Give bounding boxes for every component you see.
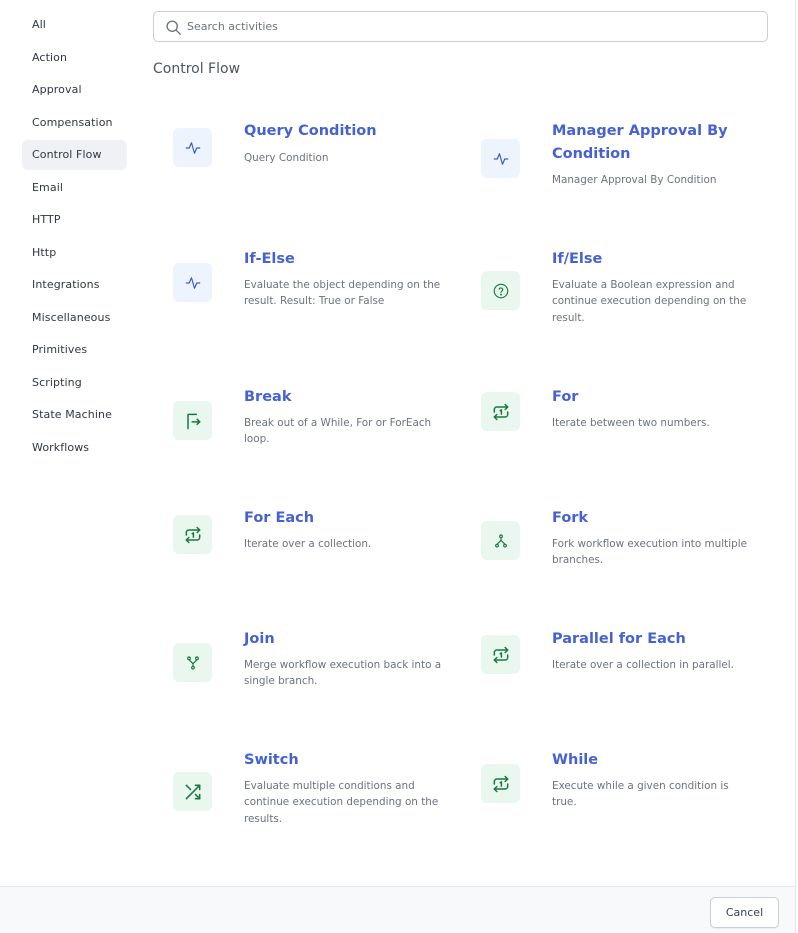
activity-title: Join	[244, 631, 275, 647]
cancel-button[interactable]: Cancel	[710, 897, 779, 928]
sidebar-item-primitives[interactable]: Primitives	[22, 335, 127, 365]
merge-icon	[186, 655, 199, 670]
fork-icon	[494, 533, 507, 548]
activity-icon-box	[481, 521, 520, 560]
activity-description: Merge workflow execution back into a sin…	[244, 659, 442, 688]
activity-description: Break out of a While, For or ForEach loo…	[244, 417, 432, 446]
activity-icon-box	[173, 515, 212, 554]
activity-icon-box	[481, 764, 520, 803]
activity-description: Evaluate a Boolean expression and contin…	[552, 279, 747, 324]
break-out-icon	[186, 413, 200, 429]
activity-icon-box	[173, 401, 212, 440]
activity-title: If/Else	[552, 251, 603, 267]
panel-divider	[795, 0, 796, 933]
sidebar-item-approval[interactable]: Approval	[22, 75, 127, 105]
activity-icon-box	[481, 392, 520, 431]
activity-icon-box	[173, 643, 212, 682]
search-box	[153, 11, 768, 42]
activity-description: Iterate over a collection in parallel.	[552, 659, 734, 671]
activity-title: Fork	[552, 510, 589, 526]
activity-title: For	[552, 389, 579, 405]
sidebar-item-state-machine[interactable]: State Machine	[22, 400, 127, 430]
sidebar-item-scripting[interactable]: Scripting	[22, 368, 127, 398]
activity-title: Parallel for Each	[552, 631, 686, 647]
activity-description: Query Condition	[244, 152, 329, 164]
sidebar-item-all[interactable]: All	[22, 10, 127, 40]
activity-description: Iterate between two numbers.	[552, 417, 710, 429]
sidebar-item-action[interactable]: Action	[22, 43, 127, 73]
category-sidebar: All Action Approval Compensation Control…	[22, 10, 127, 465]
activity-title: Switch	[244, 752, 299, 768]
repeat-one-icon	[493, 646, 508, 663]
search-icon	[166, 20, 181, 35]
activity-description: Evaluate the object depending on the res…	[244, 279, 441, 308]
repeat-one-icon	[493, 403, 508, 420]
sidebar-item-control-flow[interactable]: Control Flow	[22, 140, 127, 170]
repeat-one-icon	[493, 775, 508, 792]
activity-pulse-icon	[185, 276, 200, 289]
sidebar-item-miscellaneous[interactable]: Miscellaneous	[22, 303, 127, 333]
sidebar-item-email[interactable]: Email	[22, 173, 127, 203]
activity-description: Iterate over a collection.	[244, 538, 372, 550]
activity-title: If-Else	[244, 251, 295, 267]
repeat-one-icon	[185, 526, 200, 543]
activity-title: Manager Approval By Condition	[552, 123, 728, 162]
activity-icon-box	[481, 271, 520, 310]
activity-pulse-icon	[185, 141, 200, 154]
activity-icon-box	[173, 128, 212, 167]
activity-description: Evaluate multiple conditions and continu…	[244, 780, 439, 825]
activity-title: For Each	[244, 510, 315, 526]
activity-description: Manager Approval By Condition	[552, 174, 717, 186]
search-input[interactable]	[187, 12, 757, 41]
question-circle-icon	[493, 283, 508, 298]
dialog-footer: Cancel	[0, 886, 795, 933]
activity-title: Query Condition	[244, 123, 377, 139]
sidebar-item-workflows[interactable]: Workflows	[22, 433, 127, 463]
sidebar-item-http-upper[interactable]: HTTP	[22, 205, 127, 235]
activity-description: Fork workflow execution into multiple br…	[552, 538, 747, 567]
sidebar-item-integrations[interactable]: Integrations	[22, 270, 127, 300]
activity-title: Break	[244, 389, 292, 405]
activity-pulse-icon	[493, 152, 508, 165]
shuffle-icon	[185, 784, 200, 799]
activity-icon-box	[481, 635, 520, 674]
sidebar-item-http[interactable]: Http	[22, 238, 127, 268]
section-title: Control Flow	[153, 61, 241, 77]
activity-icon-box	[481, 139, 520, 178]
activity-title: While	[552, 752, 599, 768]
activity-description: Execute while a given condition is true.	[552, 780, 729, 809]
activity-icon-box	[173, 772, 212, 811]
activity-icon-box	[173, 263, 212, 302]
sidebar-item-compensation[interactable]: Compensation	[22, 108, 127, 138]
